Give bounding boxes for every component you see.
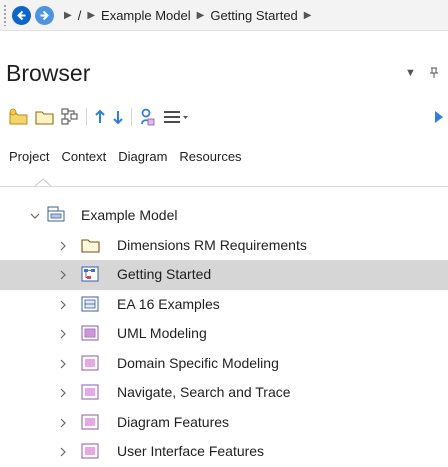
panel-title: Browser xyxy=(6,60,91,86)
chevron-down-icon[interactable] xyxy=(30,211,40,221)
tree-item-navigate-search-and-trace[interactable]: Navigate, Search and Trace xyxy=(0,378,448,408)
chevron-right-icon[interactable] xyxy=(58,418,68,428)
move-down-button[interactable] xyxy=(112,106,124,128)
tree-item-label: UML Modeling xyxy=(117,325,207,341)
arrow-down-icon xyxy=(113,111,123,125)
package-icon xyxy=(81,325,99,341)
tree-item-label: Domain Specific Modeling xyxy=(117,354,279,371)
properties-button[interactable] xyxy=(139,106,155,128)
tab-project[interactable]: Project xyxy=(9,149,49,164)
diagram-icon xyxy=(61,108,78,125)
new-package-icon xyxy=(9,108,28,125)
breadcrumb-separator-icon[interactable]: ▶ xyxy=(304,10,312,21)
breadcrumb-item-getting-started[interactable]: Getting Started xyxy=(210,8,297,23)
browser-tabs: Project Context Diagram Resources xyxy=(9,149,254,164)
chevron-right-icon[interactable] xyxy=(58,359,68,369)
chevron-right-icon[interactable] xyxy=(58,329,68,339)
tree-item-diagram-features[interactable]: Diagram Features xyxy=(0,408,448,438)
tree-item-label: Example Model xyxy=(81,207,178,223)
back-button[interactable] xyxy=(12,5,31,25)
tree-item-ea-16-examples[interactable]: EA 16 Examples xyxy=(0,290,448,320)
person-properties-icon xyxy=(141,108,155,126)
package-icon xyxy=(81,414,99,430)
menu-button[interactable] xyxy=(163,106,189,128)
tree-item-domain-specific-modeling[interactable]: Domain Specific Modeling xyxy=(0,349,448,379)
tree-item-label: Navigate, Search and Trace xyxy=(117,384,291,400)
chevron-right-icon[interactable] xyxy=(58,300,68,310)
tab-resources[interactable]: Resources xyxy=(179,149,241,164)
forward-arrow-icon xyxy=(40,10,49,20)
breadcrumb-root[interactable]: / xyxy=(78,8,82,23)
panel-title-controls: ▼ xyxy=(405,67,448,79)
move-up-button[interactable] xyxy=(94,106,106,128)
arrow-up-icon xyxy=(95,109,105,123)
tree-item-label: Getting Started xyxy=(117,266,212,282)
tab-diagram[interactable]: Diagram xyxy=(118,149,167,164)
folder-icon xyxy=(81,237,101,255)
back-arrow-icon xyxy=(17,10,26,20)
toolbar-grip[interactable] xyxy=(3,4,7,26)
new-diagram-button[interactable] xyxy=(61,106,79,128)
tree-item-user-interface-features[interactable]: User Interface Features xyxy=(0,437,448,467)
forward-button[interactable] xyxy=(35,5,54,25)
diagram-package-icon xyxy=(81,266,99,282)
new-package-button[interactable] xyxy=(9,106,29,128)
chevron-right-icon[interactable] xyxy=(58,447,68,457)
chevron-right-icon[interactable] xyxy=(58,388,68,398)
tree-item-uml-modeling[interactable]: UML Modeling xyxy=(0,319,448,349)
chevron-right-icon[interactable] xyxy=(58,270,68,280)
tab-context[interactable]: Context xyxy=(61,149,106,164)
panel-dropdown-icon[interactable]: ▼ xyxy=(405,67,416,79)
tree-item-label: Diagram Features xyxy=(117,413,230,430)
package-icon xyxy=(81,355,99,371)
breadcrumb-separator-icon: ▶ xyxy=(87,9,96,21)
tree-item-getting-started[interactable]: Getting Started xyxy=(0,260,448,290)
toolbar-separator xyxy=(131,108,132,126)
folder-icon xyxy=(35,111,54,125)
tree-item-label: Dimensions RM Requirements xyxy=(117,236,307,253)
project-tree: Example Model Dimensions RM Requirements… xyxy=(0,201,448,467)
toolbar-separator xyxy=(86,108,87,126)
pin-icon[interactable] xyxy=(429,67,439,79)
model-root-icon xyxy=(46,205,66,223)
new-folder-button[interactable] xyxy=(35,106,55,128)
breadcrumb-separator-icon: ▶ xyxy=(64,9,72,21)
chevron-right-icon[interactable] xyxy=(58,241,68,251)
tree-item-dimensions-rm-requirements[interactable]: Dimensions RM Requirements xyxy=(0,231,448,261)
package-icon xyxy=(81,296,99,312)
breadcrumb-bar: ▶ / ▶ Example Model ▶ Getting Started ▶ xyxy=(0,0,448,31)
breadcrumb-separator-icon: ▶ xyxy=(196,9,205,21)
hamburger-menu-icon xyxy=(164,111,188,123)
tab-divider xyxy=(0,186,448,187)
tree-item-example-model[interactable]: Example Model xyxy=(0,201,448,231)
package-icon xyxy=(81,384,99,400)
breadcrumb-item-example-model[interactable]: Example Model xyxy=(101,8,191,23)
browser-toolbar xyxy=(9,105,189,129)
toolbar-overflow-icon[interactable] xyxy=(434,110,444,124)
tree-item-label: EA 16 Examples xyxy=(117,295,220,312)
